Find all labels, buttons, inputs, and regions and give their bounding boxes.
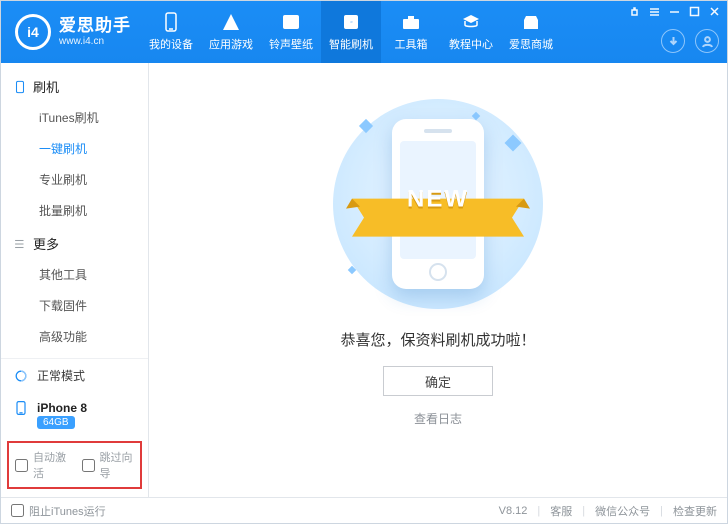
device-storage-badge: 64GB	[37, 416, 75, 429]
store-icon	[521, 12, 541, 32]
maximize-icon[interactable]	[687, 5, 701, 17]
mode-icon	[13, 368, 29, 384]
footer-right: V8.12 | 客服 | 微信公众号 | 检查更新	[499, 503, 717, 519]
minimize-icon[interactable]	[667, 5, 681, 17]
download-button[interactable]	[661, 29, 685, 53]
window-controls	[627, 5, 721, 17]
status-bar: 阻止iTunes运行 V8.12 | 客服 | 微信公众号 | 检查更新	[1, 497, 727, 523]
version-label: V8.12	[499, 505, 528, 517]
separator: |	[537, 505, 540, 517]
logo-text: 爱思助手 www.i4.cn	[59, 16, 131, 47]
device-icon	[13, 400, 29, 416]
sidebar-group-flash: 刷机	[1, 69, 148, 102]
sidebar-item-oneclick-flash[interactable]: 一键刷机	[1, 133, 148, 164]
device-row[interactable]: iPhone 8 64GB	[1, 392, 148, 437]
sidebar-item-itunes-flash[interactable]: iTunes刷机	[1, 102, 148, 133]
sidebar-item-batch-flash[interactable]: 批量刷机	[1, 195, 148, 226]
sidebar-item-pro-flash[interactable]: 专业刷机	[1, 164, 148, 195]
tab-ringtones-wallpapers[interactable]: 铃声壁纸	[261, 1, 321, 63]
hero-illustration: NEW	[333, 99, 543, 309]
sidebar-item-download-fw[interactable]: 下载固件	[1, 290, 148, 321]
account-button[interactable]	[695, 29, 719, 53]
menu-icon[interactable]	[647, 5, 661, 17]
body: 刷机 iTunes刷机 一键刷机 专业刷机 批量刷机 更多 其他工具 下载固件 …	[1, 63, 727, 497]
tab-label: 铃声壁纸	[269, 36, 313, 52]
phone-outline-icon	[13, 80, 27, 94]
tab-apps-games[interactable]: 应用游戏	[201, 1, 261, 63]
tab-label: 应用游戏	[209, 36, 253, 52]
sidebar-group-title: 更多	[33, 234, 59, 253]
header-actions	[661, 29, 719, 53]
auto-activate-checkbox[interactable]: 自动激活	[15, 449, 68, 481]
skip-guide-checkbox[interactable]: 跳过向导	[82, 449, 135, 481]
sidebar-item-other-tools[interactable]: 其他工具	[1, 259, 148, 290]
sidebar-item-advanced[interactable]: 高级功能	[1, 321, 148, 352]
separator: |	[660, 505, 663, 517]
sidebar-bottom: 正常模式 iPhone 8 64GB 自动激活 跳过向导	[1, 358, 148, 497]
device-name: iPhone 8	[37, 401, 87, 415]
tab-smart-flash[interactable]: 智能刷机	[321, 1, 381, 63]
main-content: NEW 恭喜您，保资料刷机成功啦！ 确定 查看日志	[149, 63, 727, 497]
toolbox-icon	[401, 12, 421, 32]
check-update-link[interactable]: 检查更新	[673, 503, 717, 519]
tab-toolbox[interactable]: 工具箱	[381, 1, 441, 63]
tab-label: 智能刷机	[329, 36, 373, 52]
tab-label: 爱思商城	[509, 36, 553, 52]
block-itunes-checkbox[interactable]: 阻止iTunes运行	[11, 503, 106, 519]
app-site: www.i4.cn	[59, 36, 131, 48]
app-header: i4 爱思助手 www.i4.cn 我的设备 应用游戏 铃声壁纸 智能刷机 工具…	[1, 1, 727, 63]
tab-label: 教程中心	[449, 36, 493, 52]
tab-label: 我的设备	[149, 36, 193, 52]
ribbon-text: NEW	[407, 186, 469, 214]
logo: i4 爱思助手 www.i4.cn	[1, 1, 141, 63]
view-log-link[interactable]: 查看日志	[414, 410, 462, 427]
sidebar-group-more: 更多	[1, 226, 148, 259]
auto-activate-label: 自动激活	[33, 449, 68, 481]
device-mode-row[interactable]: 正常模式	[1, 359, 148, 392]
success-message: 恭喜您，保资料刷机成功啦！	[340, 329, 535, 350]
list-icon	[13, 237, 27, 251]
skip-guide-label: 跳过向导	[100, 449, 135, 481]
support-link[interactable]: 客服	[550, 503, 572, 519]
sidebar-group-title: 刷机	[33, 77, 59, 96]
tab-store[interactable]: 爱思商城	[501, 1, 561, 63]
sidebar: 刷机 iTunes刷机 一键刷机 专业刷机 批量刷机 更多 其他工具 下载固件 …	[1, 63, 149, 497]
tutorial-icon	[461, 12, 481, 32]
apps-icon	[221, 12, 241, 32]
options-highlight: 自动激活 跳过向导	[7, 441, 142, 489]
flash-icon	[341, 12, 361, 32]
logo-mark-icon: i4	[15, 14, 51, 50]
ok-button[interactable]: 确定	[383, 366, 493, 396]
tab-my-device[interactable]: 我的设备	[141, 1, 201, 63]
close-icon[interactable]	[707, 5, 721, 17]
media-icon	[281, 12, 301, 32]
device-mode-label: 正常模式	[37, 367, 85, 384]
skin-icon[interactable]	[627, 5, 641, 17]
separator: |	[582, 505, 585, 517]
wechat-link[interactable]: 微信公众号	[595, 503, 650, 519]
sidebar-scroll: 刷机 iTunes刷机 一键刷机 专业刷机 批量刷机 更多 其他工具 下载固件 …	[1, 63, 148, 358]
device-icon	[161, 12, 181, 32]
tab-label: 工具箱	[395, 36, 428, 52]
tab-tutorials[interactable]: 教程中心	[441, 1, 501, 63]
app-name: 爱思助手	[59, 16, 131, 36]
block-itunes-label: 阻止iTunes运行	[29, 503, 106, 519]
